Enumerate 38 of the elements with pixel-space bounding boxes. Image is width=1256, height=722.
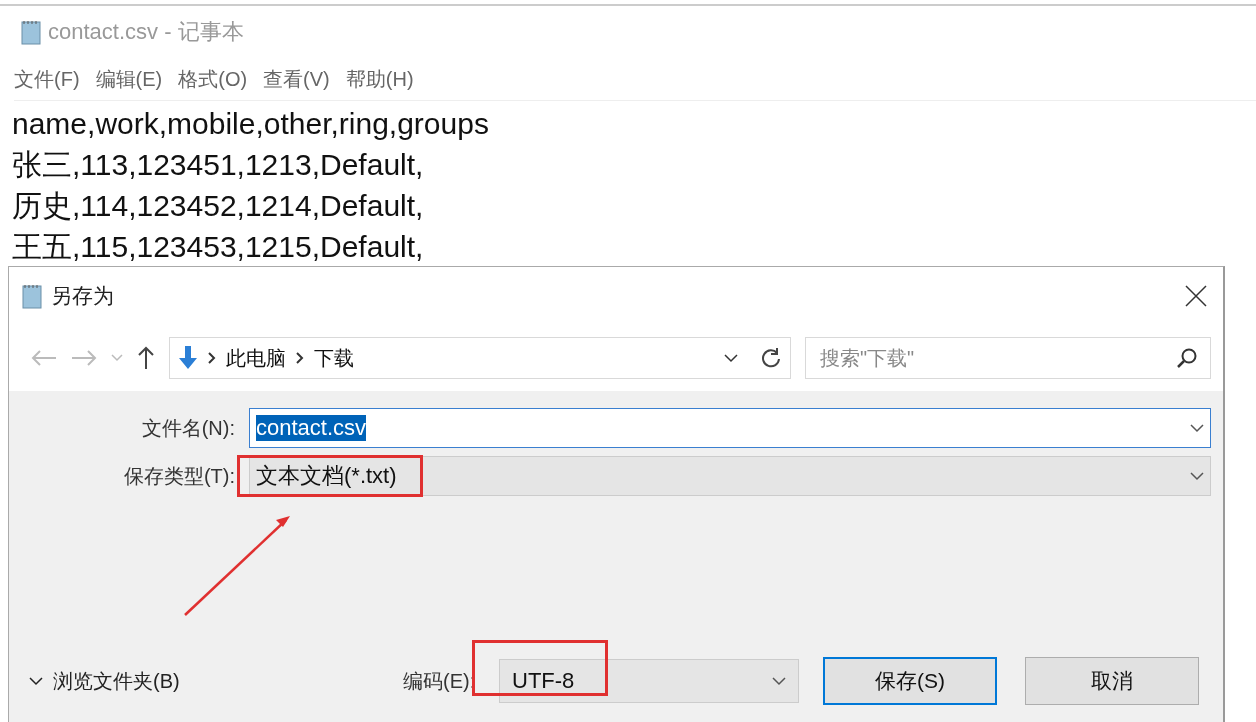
window-title: contact.csv - 记事本 xyxy=(48,18,244,46)
menu-item[interactable]: 编辑(E) xyxy=(95,65,163,93)
encoding-dropdown[interactable]: UTF-8 xyxy=(499,659,799,703)
search-icon xyxy=(1176,347,1198,369)
chevron-down-icon xyxy=(29,676,43,686)
search-field[interactable]: 搜索"下载" xyxy=(818,345,1176,371)
menu-item[interactable]: 格式(O) xyxy=(178,65,248,93)
dropdown-icon xyxy=(1190,471,1204,481)
chevron-right-icon xyxy=(296,352,304,364)
breadcrumb-item[interactable]: 此电脑 xyxy=(226,344,286,372)
menu-item[interactable]: 文件(F) xyxy=(14,65,80,93)
filename-field[interactable]: contact.csv xyxy=(249,408,1211,448)
menu-item[interactable]: 查看(V) xyxy=(263,65,330,93)
refresh-icon[interactable] xyxy=(760,347,782,369)
text-line: name,work,mobile,other,ring,groups xyxy=(12,106,490,142)
save-button[interactable]: 保存(S) xyxy=(823,657,997,705)
notepad-icon xyxy=(21,283,43,309)
browse-folders-button[interactable]: 浏览文件夹(B) xyxy=(29,667,403,695)
menu-item[interactable]: 帮助(H) xyxy=(345,65,414,93)
address-bar[interactable]: 此电脑 下载 xyxy=(169,337,791,379)
search-box[interactable]: 搜索"下载" xyxy=(805,337,1211,379)
field-label: 保存类型(T): xyxy=(122,463,235,489)
up-button[interactable] xyxy=(137,346,155,370)
dropdown-icon xyxy=(772,676,786,686)
download-arrow-icon xyxy=(178,346,198,370)
notepad-icon xyxy=(20,19,42,45)
text-line: 张三,113,123451,1213,Default, xyxy=(12,147,425,183)
text-line: 历史,114,123452,1214,Default, xyxy=(12,188,425,224)
dropdown-icon xyxy=(724,353,738,363)
breadcrumb-item[interactable]: 下载 xyxy=(314,344,354,372)
cancel-button[interactable]: 取消 xyxy=(1025,657,1199,705)
field-label: 编码(E): xyxy=(403,668,477,694)
dropdown-icon xyxy=(1190,423,1204,433)
chevron-right-icon xyxy=(208,352,216,364)
field-label: 文件名(N): xyxy=(140,415,235,441)
dialog-title: 另存为 xyxy=(51,283,115,309)
text-line: 王五,115,123453,1215,Default, xyxy=(12,229,425,265)
file-type-dropdown[interactable]: 文本文档(*.txt) xyxy=(249,456,1211,496)
